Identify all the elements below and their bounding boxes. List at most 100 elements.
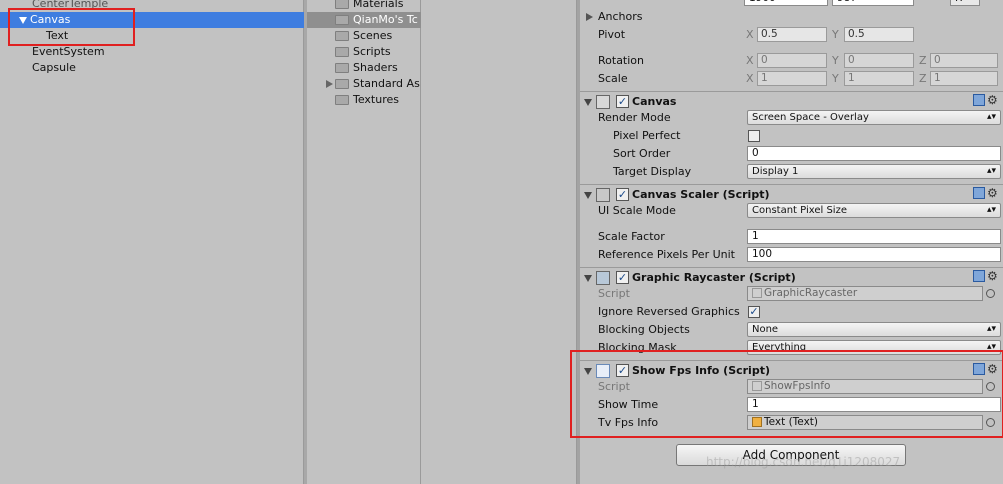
hierarchy-item-label: EventSystem	[32, 45, 105, 58]
width-field[interactable]: 1900	[744, 0, 828, 6]
blocking-objects-label: Blocking Objects	[598, 323, 690, 336]
script-label: Script	[598, 287, 630, 300]
inspector-row-pixel-perfect: Pixel Perfect	[580, 127, 1003, 145]
folder-icon	[335, 0, 349, 9]
pivot-y-field[interactable]: 0.5	[844, 27, 914, 42]
ignore-reversed-checkbox[interactable]: ✓	[748, 306, 760, 318]
dropdown-arrow-icon: ▴▾	[986, 112, 996, 122]
rotation-y-field[interactable]: 0	[844, 53, 914, 68]
pixel-perfect-label: Pixel Perfect	[613, 129, 681, 142]
help-book-icon[interactable]	[973, 187, 985, 199]
component-header-graphic-raycaster[interactable]: ✓ Graphic Raycaster (Script) ⚙	[580, 267, 1003, 287]
canvas-component-icon	[596, 95, 610, 109]
x-axis-label: X	[746, 72, 754, 85]
canvas-scaler-icon	[596, 188, 610, 202]
inspector-row-ignore-reversed: Ignore Reversed Graphics ✓	[580, 303, 1003, 321]
fold-arrow-icon[interactable]	[584, 99, 592, 106]
folder-item-qianmo[interactable]: QianMo's Tc	[307, 12, 421, 28]
inspector-row-blocking-objects: Blocking Objects None ▴▾	[580, 321, 1003, 339]
folder-item-textures[interactable]: Textures	[307, 92, 421, 108]
hierarchy-item-label: Capsule	[32, 61, 76, 74]
y-axis-label: Y	[832, 54, 839, 67]
scale-x-field[interactable]: 1	[757, 71, 827, 86]
ui-scale-mode-dropdown[interactable]: Constant Pixel Size ▴▾	[747, 203, 1001, 218]
object-picker-icon[interactable]	[986, 289, 995, 298]
annotation-highlight-box	[8, 8, 135, 46]
raycaster-icon	[596, 271, 610, 285]
inspector-row-anchors[interactable]: Anchors	[580, 8, 1003, 26]
folder-label: Shaders	[353, 61, 398, 74]
folder-icon	[335, 31, 349, 41]
scale-label: Scale	[598, 72, 628, 85]
folder-item-scripts[interactable]: Scripts	[307, 44, 421, 60]
component-enabled-checkbox[interactable]: ✓	[616, 188, 629, 201]
dropdown-value: Display 1	[752, 166, 799, 177]
script-field[interactable]: GraphicRaycaster	[747, 286, 983, 301]
rotation-x-field[interactable]: 0	[757, 53, 827, 68]
folder-label: Materials	[353, 0, 404, 10]
hierarchy-item-capsule[interactable]: Capsule	[0, 60, 304, 76]
sort-order-field[interactable]: 0	[747, 146, 1001, 161]
expand-arrow-icon[interactable]	[586, 13, 593, 21]
x-axis-label: X	[746, 28, 754, 41]
watermark: http://blog.csdn.net/q1i1208027	[706, 455, 901, 469]
x-axis-label: X	[746, 54, 754, 67]
folder-label: Textures	[353, 93, 399, 106]
pixel-perfect-checkbox[interactable]	[748, 130, 760, 142]
dropdown-arrow-icon: ▴▾	[986, 205, 996, 215]
inspector-panel: 1900 987 R Anchors Pivot X 0.5 Y 0.5 Rot…	[570, 0, 1003, 484]
ref-ppu-label: Reference Pixels Per Unit	[598, 248, 735, 261]
folder-icon	[335, 63, 349, 73]
folder-label: Scenes	[353, 29, 393, 42]
expand-arrow-icon[interactable]	[326, 80, 333, 88]
inspector-row-render-mode: Render Mode Screen Space - Overlay ▴▾	[580, 109, 1003, 127]
help-book-icon[interactable]	[973, 94, 985, 106]
component-enabled-checkbox[interactable]: ✓	[616, 95, 629, 108]
folder-item-standard-assets[interactable]: Standard As	[307, 76, 421, 92]
scale-y-field[interactable]: 1	[844, 71, 914, 86]
folder-item-shaders[interactable]: Shaders	[307, 60, 421, 76]
gear-icon[interactable]: ⚙	[987, 94, 998, 106]
anchors-label: Anchors	[598, 10, 643, 23]
folder-icon	[335, 15, 349, 25]
fold-arrow-icon[interactable]	[584, 192, 592, 199]
gear-icon[interactable]: ⚙	[987, 187, 998, 199]
component-header-canvas[interactable]: ✓ Canvas ⚙	[580, 91, 1003, 111]
inspector-row-scale: Scale X 1 Y 1 Z 1	[580, 70, 1003, 88]
y-axis-label: Y	[832, 72, 839, 85]
help-book-icon[interactable]	[973, 270, 985, 282]
rotation-z-field[interactable]: 0	[930, 53, 998, 68]
inspector-row-target-display: Target Display Display 1 ▴▾	[580, 163, 1003, 181]
folder-icon	[335, 79, 349, 89]
scale-factor-field[interactable]: 1	[747, 229, 1001, 244]
height-field[interactable]: 987	[832, 0, 914, 6]
ref-ppu-field[interactable]: 100	[747, 247, 1001, 262]
project-folder-tree: Materials QianMo's Tc Scenes Scripts Sha…	[307, 0, 421, 484]
inspector-row-ui-scale-mode: UI Scale Mode Constant Pixel Size ▴▾	[580, 202, 1003, 220]
render-mode-dropdown[interactable]: Screen Space - Overlay ▴▾	[747, 110, 1001, 125]
render-mode-label: Render Mode	[598, 111, 671, 124]
component-header-canvas-scaler[interactable]: ✓ Canvas Scaler (Script) ⚙	[580, 184, 1003, 204]
folder-icon	[335, 95, 349, 105]
inspector-row-ref-ppu: Reference Pixels Per Unit 100	[580, 246, 1003, 264]
blocking-objects-dropdown[interactable]: None ▴▾	[747, 322, 1001, 337]
z-axis-label: Z	[919, 54, 927, 67]
component-enabled-checkbox[interactable]: ✓	[616, 271, 629, 284]
dropdown-arrow-icon: ▴▾	[986, 324, 996, 334]
scale-z-field[interactable]: 1	[930, 71, 998, 86]
dropdown-value: Constant Pixel Size	[752, 205, 847, 216]
folder-item-materials[interactable]: Materials	[307, 0, 421, 12]
folder-item-scenes[interactable]: Scenes	[307, 28, 421, 44]
sort-order-label: Sort Order	[613, 147, 671, 160]
project-assets-view	[421, 0, 577, 484]
ui-scale-mode-label: UI Scale Mode	[598, 204, 676, 217]
target-display-dropdown[interactable]: Display 1 ▴▾	[747, 164, 1001, 179]
hierarchy-item-eventsystem[interactable]: EventSystem	[0, 44, 304, 60]
gear-icon[interactable]: ⚙	[987, 270, 998, 282]
raw-edit-button[interactable]: R	[950, 0, 980, 6]
y-axis-label: Y	[832, 28, 839, 41]
fold-arrow-icon[interactable]	[584, 275, 592, 282]
hierarchy-panel: CenterTemple Canvas Text EventSystem Cap…	[0, 0, 304, 484]
inspector-row-raycaster-script: Script GraphicRaycaster	[580, 285, 1003, 303]
pivot-x-field[interactable]: 0.5	[757, 27, 827, 42]
